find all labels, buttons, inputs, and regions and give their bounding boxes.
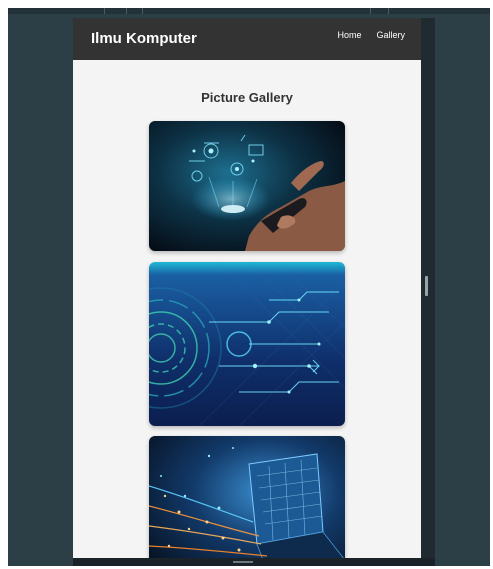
hologram-phone-image	[149, 121, 345, 251]
gallery-image-1[interactable]	[149, 121, 345, 251]
nav-link-home[interactable]: Home	[337, 30, 361, 40]
top-toolbar-strip	[8, 8, 490, 14]
bottom-resize-handle[interactable]	[233, 561, 253, 563]
resize-handle[interactable]	[425, 276, 428, 296]
navbar: Ilmu Komputer Home Gallery	[73, 18, 421, 60]
viewport-bottom-bar[interactable]	[73, 558, 435, 566]
viewport-resize-rail[interactable]	[421, 18, 435, 560]
gallery-image-3[interactable]	[149, 436, 345, 560]
device-viewport: Ilmu Komputer Home Gallery Picture Galle…	[73, 18, 421, 560]
circuit-image	[149, 262, 345, 426]
page-title: Picture Gallery	[201, 90, 293, 105]
brand-title[interactable]: Ilmu Komputer	[91, 30, 197, 47]
nav-link-gallery[interactable]: Gallery	[376, 30, 405, 40]
laptop-data-image	[149, 436, 345, 560]
gallery-image-2[interactable]	[149, 262, 345, 426]
nav-links: Home Gallery	[322, 30, 405, 40]
